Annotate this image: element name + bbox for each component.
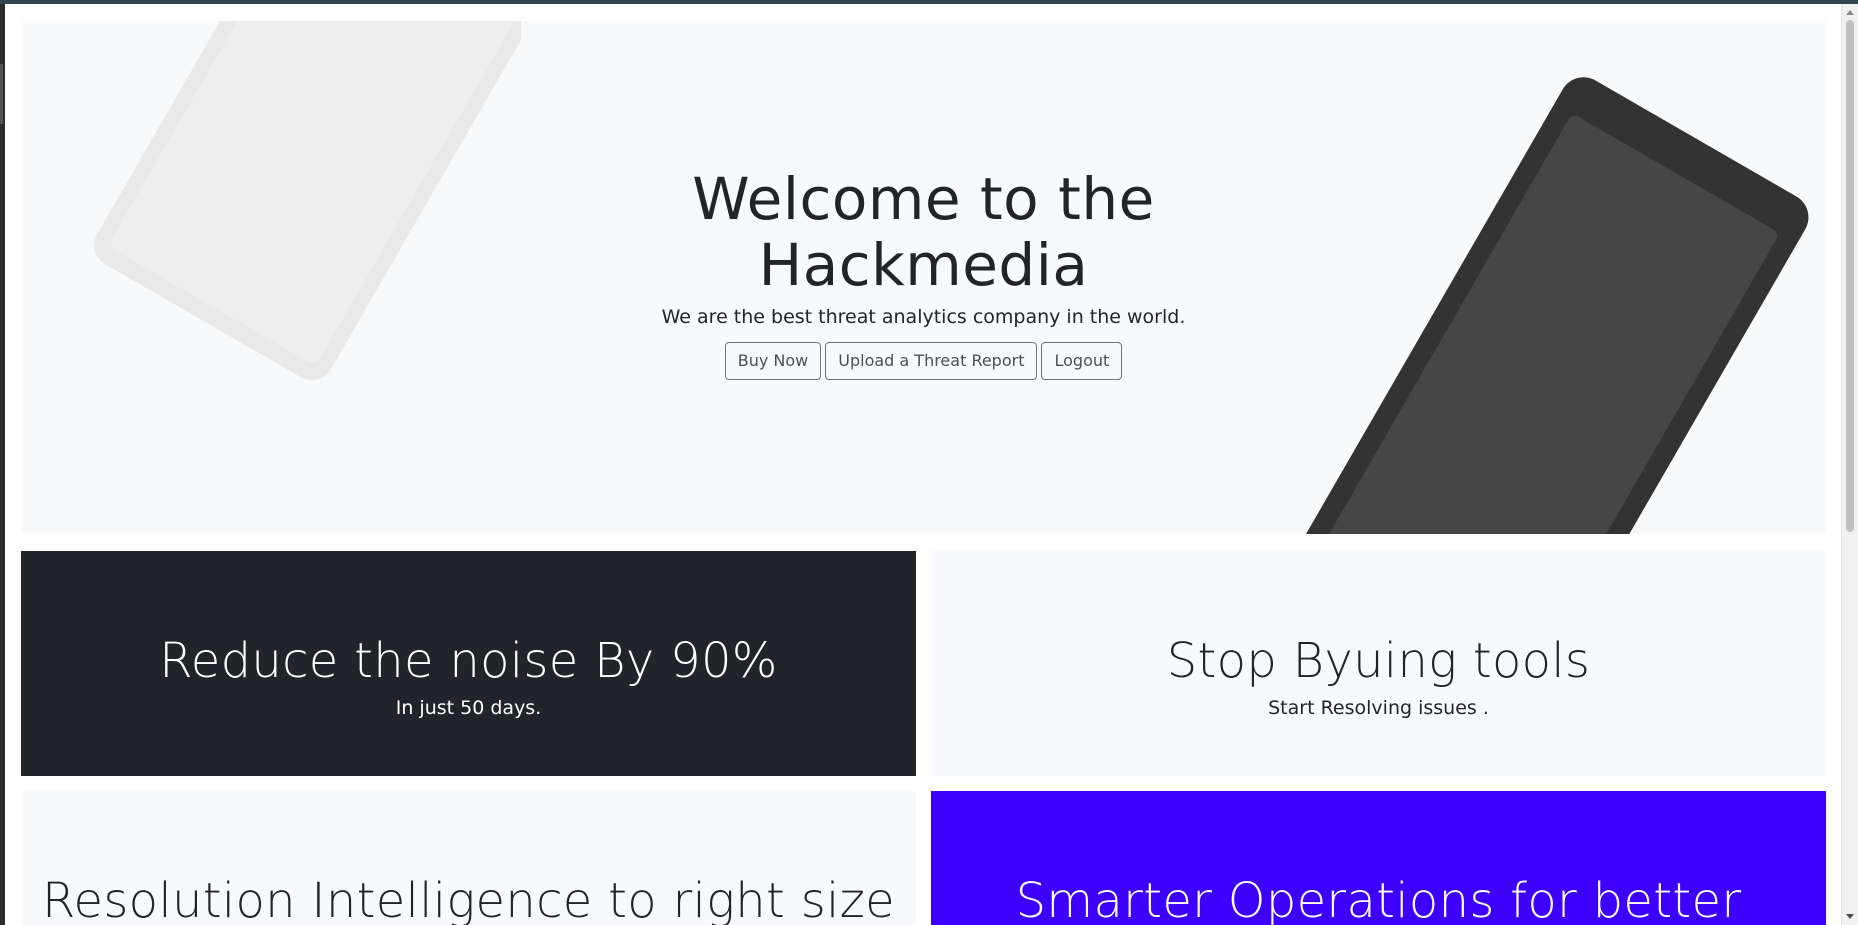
hero-title: Welcome to the Hackmedia <box>692 165 1155 299</box>
feature-card-resolution: Resolution Intelligence to right size <box>21 791 916 925</box>
logout-button[interactable]: Logout <box>1041 342 1123 380</box>
scrollbar-thumb[interactable] <box>1846 20 1854 532</box>
feature-card-subtitle: Start Resolving issues . <box>1268 697 1489 719</box>
feature-card-tools: Stop Byuing tools Start Resolving issues… <box>931 551 1826 776</box>
scroll-down-arrow-icon[interactable] <box>1846 914 1854 919</box>
buy-now-button[interactable]: Buy Now <box>724 342 822 380</box>
hero-subtitle: We are the best threat analytics company… <box>661 306 1186 328</box>
edge-handle <box>0 64 3 124</box>
page: Welcome to the Hackmedia We are the best… <box>5 4 1841 925</box>
feature-card-title: Stop Byuing tools <box>1166 633 1591 689</box>
hero-section: Welcome to the Hackmedia We are the best… <box>21 21 1826 534</box>
feature-card-operations: Smarter Operations for better <box>931 791 1826 925</box>
hero-button-group: Buy Now Upload a Threat Report Logout <box>21 342 1826 380</box>
feature-card-subtitle: In just 50 days. <box>395 697 542 719</box>
feature-card-title: Smarter Operations for better <box>1015 873 1742 925</box>
feature-card-title: Reduce the noise By 90% <box>159 633 778 689</box>
feature-card-title: Resolution Intelligence to right size <box>42 873 895 925</box>
scroll-up-arrow-icon[interactable] <box>1846 10 1854 15</box>
hero-content: Welcome to the Hackmedia We are the best… <box>21 166 1826 380</box>
feature-card-noise: Reduce the noise By 90% In just 50 days. <box>21 551 916 776</box>
upload-threat-report-button[interactable]: Upload a Threat Report <box>825 342 1038 380</box>
vertical-scrollbar[interactable] <box>1841 4 1858 925</box>
